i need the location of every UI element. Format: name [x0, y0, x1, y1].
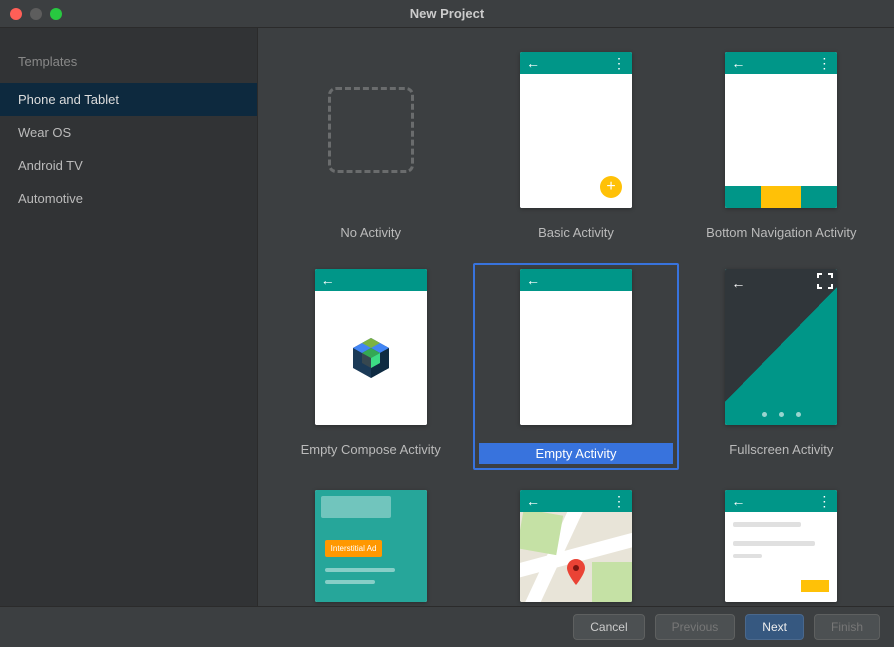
- minimize-window-button[interactable]: [30, 8, 42, 20]
- back-arrow-icon: ←: [731, 275, 745, 291]
- back-arrow-icon: ←: [321, 273, 335, 287]
- preview-appbar: ← ⋮: [520, 52, 632, 74]
- previous-button[interactable]: Previous: [655, 614, 736, 640]
- back-arrow-icon: ←: [731, 56, 745, 70]
- overflow-menu-icon: ⋮: [817, 56, 831, 70]
- sidebar-item-wear-os[interactable]: Wear OS: [0, 116, 257, 149]
- template-preview: ←: [315, 269, 427, 425]
- sidebar-item-label: Wear OS: [18, 125, 71, 140]
- template-preview: [315, 52, 427, 208]
- overflow-menu-icon: ⋮: [612, 56, 626, 70]
- overflow-menu-icon: ⋮: [817, 494, 831, 508]
- overflow-menu-icon: ⋮: [612, 494, 626, 508]
- pager-dots: [725, 412, 837, 417]
- template-google-maps-activity[interactable]: ← ⋮: [473, 484, 678, 606]
- titlebar: New Project: [0, 0, 894, 28]
- template-preview: Interstitial Ad: [315, 490, 427, 602]
- button-label: Finish: [831, 620, 863, 634]
- back-arrow-icon: ←: [731, 494, 745, 508]
- button-label: Next: [762, 620, 787, 634]
- button-label: Previous: [672, 620, 719, 634]
- template-preview: ←: [520, 269, 632, 425]
- sidebar: Templates Phone and Tablet Wear OS Andro…: [0, 28, 258, 606]
- sidebar-header: Templates: [0, 48, 257, 83]
- cancel-button[interactable]: Cancel: [573, 614, 644, 640]
- template-preview: ← ⋮ +: [520, 52, 632, 208]
- sidebar-item-label: Phone and Tablet: [18, 92, 119, 107]
- template-preview: ← ⋮: [725, 490, 837, 602]
- map-pin-icon: [567, 559, 585, 585]
- template-gallery[interactable]: No Activity ← ⋮ + Basic Activity: [258, 28, 894, 606]
- preview-submit-button-icon: [801, 580, 829, 592]
- template-label: Basic Activity: [528, 222, 624, 243]
- button-label: Cancel: [590, 620, 627, 634]
- preview-appbar: ← ⋮: [725, 490, 837, 512]
- preview-appbar: ← ⋮: [520, 490, 632, 512]
- template-empty-activity[interactable]: ← Empty Activity: [473, 263, 678, 470]
- back-arrow-icon: ←: [526, 494, 540, 508]
- template-bottom-navigation-activity[interactable]: ← ⋮ Bottom Navigation Activity: [679, 46, 884, 249]
- template-label: Bottom Navigation Activity: [696, 222, 866, 243]
- preview-bottom-nav-indicator: [761, 186, 801, 208]
- jetpack-compose-logo-icon: [347, 334, 395, 382]
- fullscreen-expand-icon: [817, 273, 833, 289]
- ad-badge: Interstitial Ad: [325, 540, 383, 557]
- sidebar-item-label: Android TV: [18, 158, 83, 173]
- preview-appbar: ←: [520, 269, 632, 291]
- template-login-activity[interactable]: ← ⋮: [679, 484, 884, 606]
- window-controls: [0, 8, 62, 20]
- dialog-footer: Cancel Previous Next Finish: [0, 606, 894, 647]
- template-label: Empty Compose Activity: [291, 439, 451, 460]
- maximize-window-button[interactable]: [50, 8, 62, 20]
- dashed-placeholder-icon: [328, 87, 414, 173]
- template-label: Empty Activity: [479, 443, 672, 464]
- sidebar-item-phone-and-tablet[interactable]: Phone and Tablet: [0, 83, 257, 116]
- back-arrow-icon: ←: [526, 56, 540, 70]
- preview-appbar: ←: [315, 269, 427, 291]
- template-preview: ← ⋮: [725, 52, 837, 208]
- back-arrow-icon: ←: [526, 273, 540, 287]
- sidebar-item-automotive[interactable]: Automotive: [0, 182, 257, 215]
- template-fullscreen-activity[interactable]: ← Fullscreen Activity: [679, 263, 884, 470]
- template-preview: ← ⋮: [520, 490, 632, 602]
- template-interstitial-ad[interactable]: Interstitial Ad: [268, 484, 473, 606]
- preview-appbar: ← ⋮: [725, 52, 837, 74]
- window-title: New Project: [0, 6, 894, 21]
- fab-add-icon: +: [600, 176, 622, 198]
- template-preview: ←: [725, 269, 837, 425]
- sidebar-item-label: Automotive: [18, 191, 83, 206]
- template-empty-compose-activity[interactable]: ← Empt: [268, 263, 473, 470]
- finish-button[interactable]: Finish: [814, 614, 880, 640]
- close-window-button[interactable]: [10, 8, 22, 20]
- next-button[interactable]: Next: [745, 614, 804, 640]
- template-label: No Activity: [330, 222, 411, 243]
- sidebar-item-android-tv[interactable]: Android TV: [0, 149, 257, 182]
- template-label: Fullscreen Activity: [719, 439, 843, 460]
- template-basic-activity[interactable]: ← ⋮ + Basic Activity: [473, 46, 678, 249]
- template-no-activity[interactable]: No Activity: [268, 46, 473, 249]
